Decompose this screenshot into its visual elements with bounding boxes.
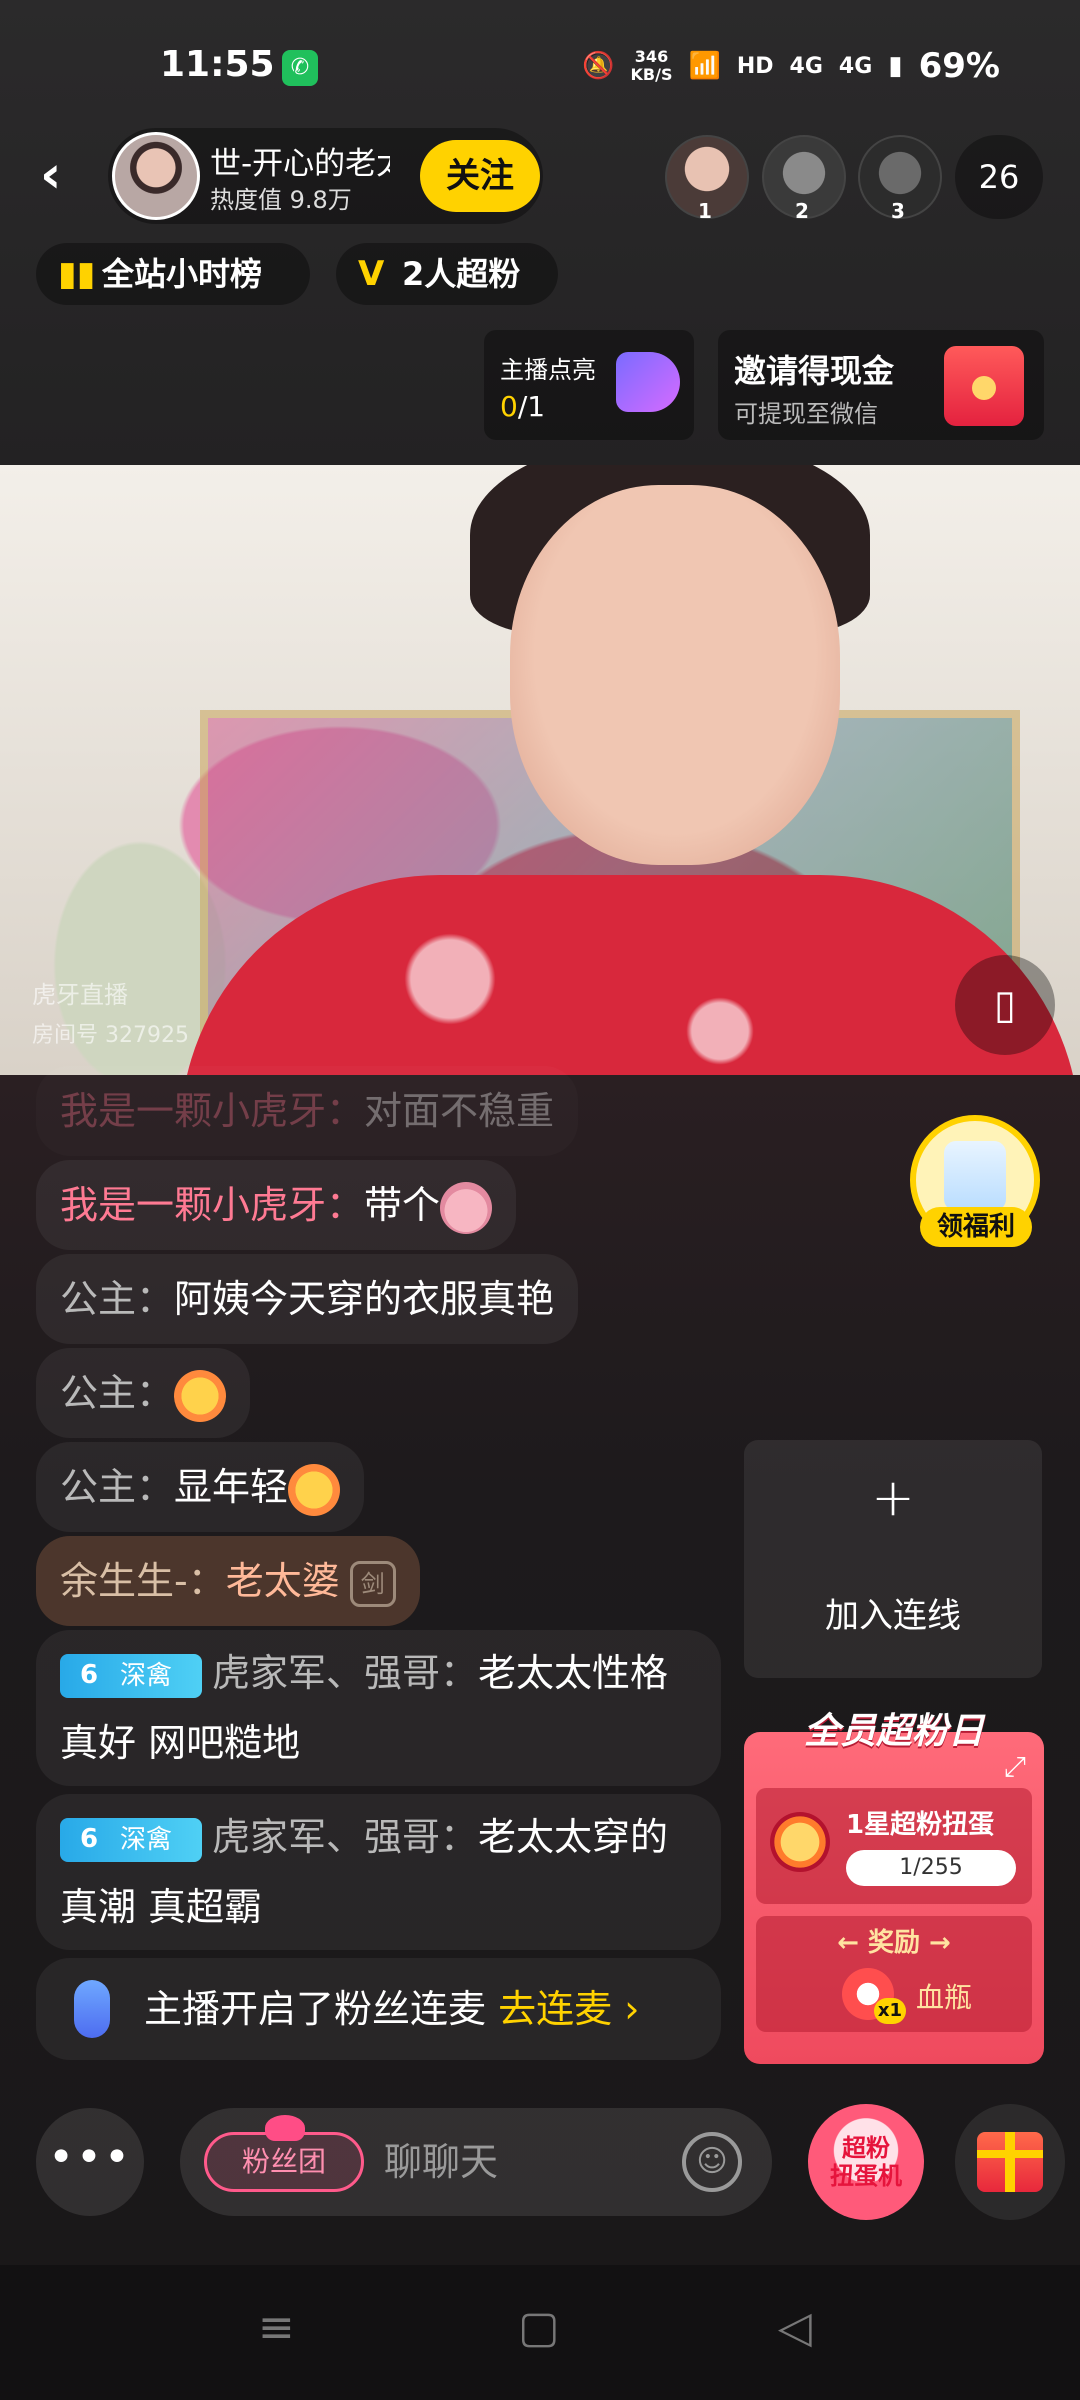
signal-icon-1: 4G [789, 53, 823, 79]
chat-message: 余生生-：老太婆剑 [36, 1536, 420, 1626]
follow-button[interactable]: 关注 [420, 140, 540, 212]
status-bar: 11:55 ✆ 🔕 346 KB/S 📶 HD 4G 4G ▮ 69% [0, 40, 1080, 100]
light-up-progress: 0/1 [500, 390, 546, 423]
heart-crown-icon [265, 2115, 305, 2141]
chat-input[interactable]: 粉丝团 聊聊天 ☺ [180, 2108, 772, 2216]
gift-button[interactable] [955, 2104, 1065, 2220]
gacha-button-line2: 扭蛋机 [830, 2162, 902, 2190]
superfans-chip[interactable]: V 2人超粉 [336, 243, 558, 305]
chevron-right-icon: › [624, 1987, 640, 2031]
superfan-day-panel[interactable]: 全员超粉日 ⤢ 1星超粉扭蛋 1/255 ← 奖励 → x1 血瓶 [744, 1711, 1044, 2064]
join-link-button[interactable]: + 加入连线 [744, 1440, 1042, 1678]
v-badge-icon: V [358, 254, 385, 294]
chat-username[interactable]: 我是一颗小虎牙： [60, 1183, 364, 1227]
chat-username[interactable]: 余生生-： [60, 1559, 226, 1603]
mute-icon: 🔕 [582, 51, 615, 81]
superfan-day-title: 全员超粉日 [803, 1711, 984, 1752]
fan-level-badge: 6 深禽 [60, 1817, 202, 1862]
live-video[interactable]: 虎牙直播 房间号 327925 ▯ [0, 465, 1080, 1075]
top-viewer-avatar[interactable]: 3 [858, 135, 942, 223]
chat-message: 我是一颗小虎牙：带个 [36, 1160, 517, 1250]
chat-placeholder: 聊聊天 [384, 2140, 499, 2184]
menu-icon[interactable]: ≡ [258, 2302, 295, 2353]
back-arrow-icon[interactable]: ‹ [40, 145, 61, 205]
fan-mic-notice[interactable]: 主播开启了粉丝连麦 去连麦 › [36, 1958, 721, 2060]
chat-message: 公主：显年轻 [36, 1442, 365, 1532]
gacha-coin-icon [770, 1812, 830, 1872]
back-icon[interactable]: ◁ [778, 2302, 812, 2353]
watermark-room: 房间号 327925 [32, 1023, 189, 1048]
wifi-icon: 📶 [688, 51, 721, 81]
viewer-count[interactable]: 26 [955, 135, 1043, 219]
jar-icon [944, 1141, 1006, 1211]
expand-icon[interactable]: ⤢ [1004, 1750, 1026, 1784]
watermark-name: 虎牙直播 [32, 981, 128, 1009]
invite-title: 邀请得现金 [734, 352, 895, 390]
chat-message: 公主：阿姨今天穿的衣服真艳 [36, 1254, 579, 1344]
chat-message: 6 深禽 虎家军、强哥：老太太穿的真潮 真超霸 [36, 1794, 721, 1950]
pig-emoji-icon [440, 1181, 493, 1234]
tiger-emoji-icon [174, 1369, 227, 1422]
light-up-title: 主播点亮 [500, 356, 596, 384]
invite-subtitle: 可提现至微信 [734, 400, 878, 428]
reward-box: ← 奖励 → x1 血瓶 [756, 1916, 1032, 2032]
reward-count: x1 [874, 1998, 906, 2024]
battery-level: 69% [918, 46, 1000, 86]
chat-username[interactable]: 公主： [60, 1465, 174, 1509]
chat-username[interactable]: 虎家军、强哥： [212, 1651, 478, 1695]
chat-username[interactable]: 虎家军、强哥： [212, 1815, 478, 1859]
welfare-button[interactable]: 领福利 [910, 1115, 1040, 1247]
red-packet-icon [944, 346, 1024, 426]
top-viewer-avatar[interactable]: 2 [762, 135, 846, 223]
light-up-card[interactable]: 主播点亮 0/1 [484, 330, 694, 440]
join-mic-link[interactable]: 去连麦 [498, 1987, 612, 2031]
bar-chart-icon: ▮▮ [58, 254, 96, 294]
hd-icon: HD [736, 53, 774, 79]
gacha-name: 1星超粉扭蛋 [846, 1810, 995, 1840]
microphone-icon [74, 1980, 110, 2038]
network-speed: 346 KB/S [630, 47, 673, 84]
host-heat: 热度值 9.8万 [210, 186, 352, 214]
superfan-gacha-button[interactable]: 超粉 扭蛋机 [808, 2104, 924, 2220]
reward-item: 血瓶 [916, 1981, 973, 2014]
mic-notice-text: 主播开启了粉丝连麦 [144, 1987, 487, 2031]
home-icon[interactable]: ▢ [518, 2302, 560, 2353]
emoji-icon[interactable]: ☺ [682, 2132, 742, 2192]
welfare-label: 领福利 [920, 1207, 1032, 1247]
tiger-emoji-icon [288, 1463, 341, 1516]
chat-message: 我是一颗小虎牙：对面不稳重 [36, 1066, 578, 1156]
plus-icon: + [871, 1468, 915, 1528]
gacha-progress: 1/255 [846, 1850, 1016, 1886]
chat-username[interactable]: 公主： [60, 1371, 174, 1415]
gift-icon [977, 2132, 1043, 2192]
sword-badge-icon: 剑 [349, 1560, 396, 1607]
chat-message: 6 深禽 虎家军、强哥：老太太性格真好 网吧糙地 [36, 1630, 721, 1786]
heart-level-icon: 6 [79, 1659, 99, 1690]
top-viewer-avatar[interactable]: 1 [665, 135, 749, 223]
chat-message: 公主： [36, 1348, 251, 1438]
rotate-screen-icon[interactable]: ▯ [955, 955, 1055, 1055]
more-button[interactable]: ••• [36, 2108, 144, 2216]
phone-call-icon: ✆ [282, 50, 318, 86]
chat-username[interactable]: 公主： [60, 1277, 174, 1321]
fan-level-badge: 6 深禽 [60, 1653, 202, 1698]
join-link-label: 加入连线 [825, 1596, 961, 1636]
signal-icon-2: 4G [838, 53, 873, 79]
gacha-button-line1: 超粉 [842, 2134, 890, 2162]
gacha-progress-box: 1星超粉扭蛋 1/255 [756, 1788, 1032, 1904]
invite-cash-card[interactable]: 邀请得现金 可提现至微信 [718, 330, 1044, 440]
fan-group-button[interactable]: 粉丝团 [204, 2115, 364, 2192]
hourly-rank-chip[interactable]: ▮▮ 全站小时榜 [36, 243, 310, 305]
battery-icon: ▮ [888, 51, 903, 81]
megaphone-icon [616, 352, 680, 412]
host-avatar[interactable] [112, 132, 200, 220]
reward-label: ← 奖励 → [837, 1928, 951, 1958]
host-face [510, 485, 840, 865]
status-time: 11:55 [160, 44, 275, 85]
heart-level-icon: 6 [79, 1823, 99, 1854]
host-name: 世-开心的老太 [210, 146, 390, 182]
